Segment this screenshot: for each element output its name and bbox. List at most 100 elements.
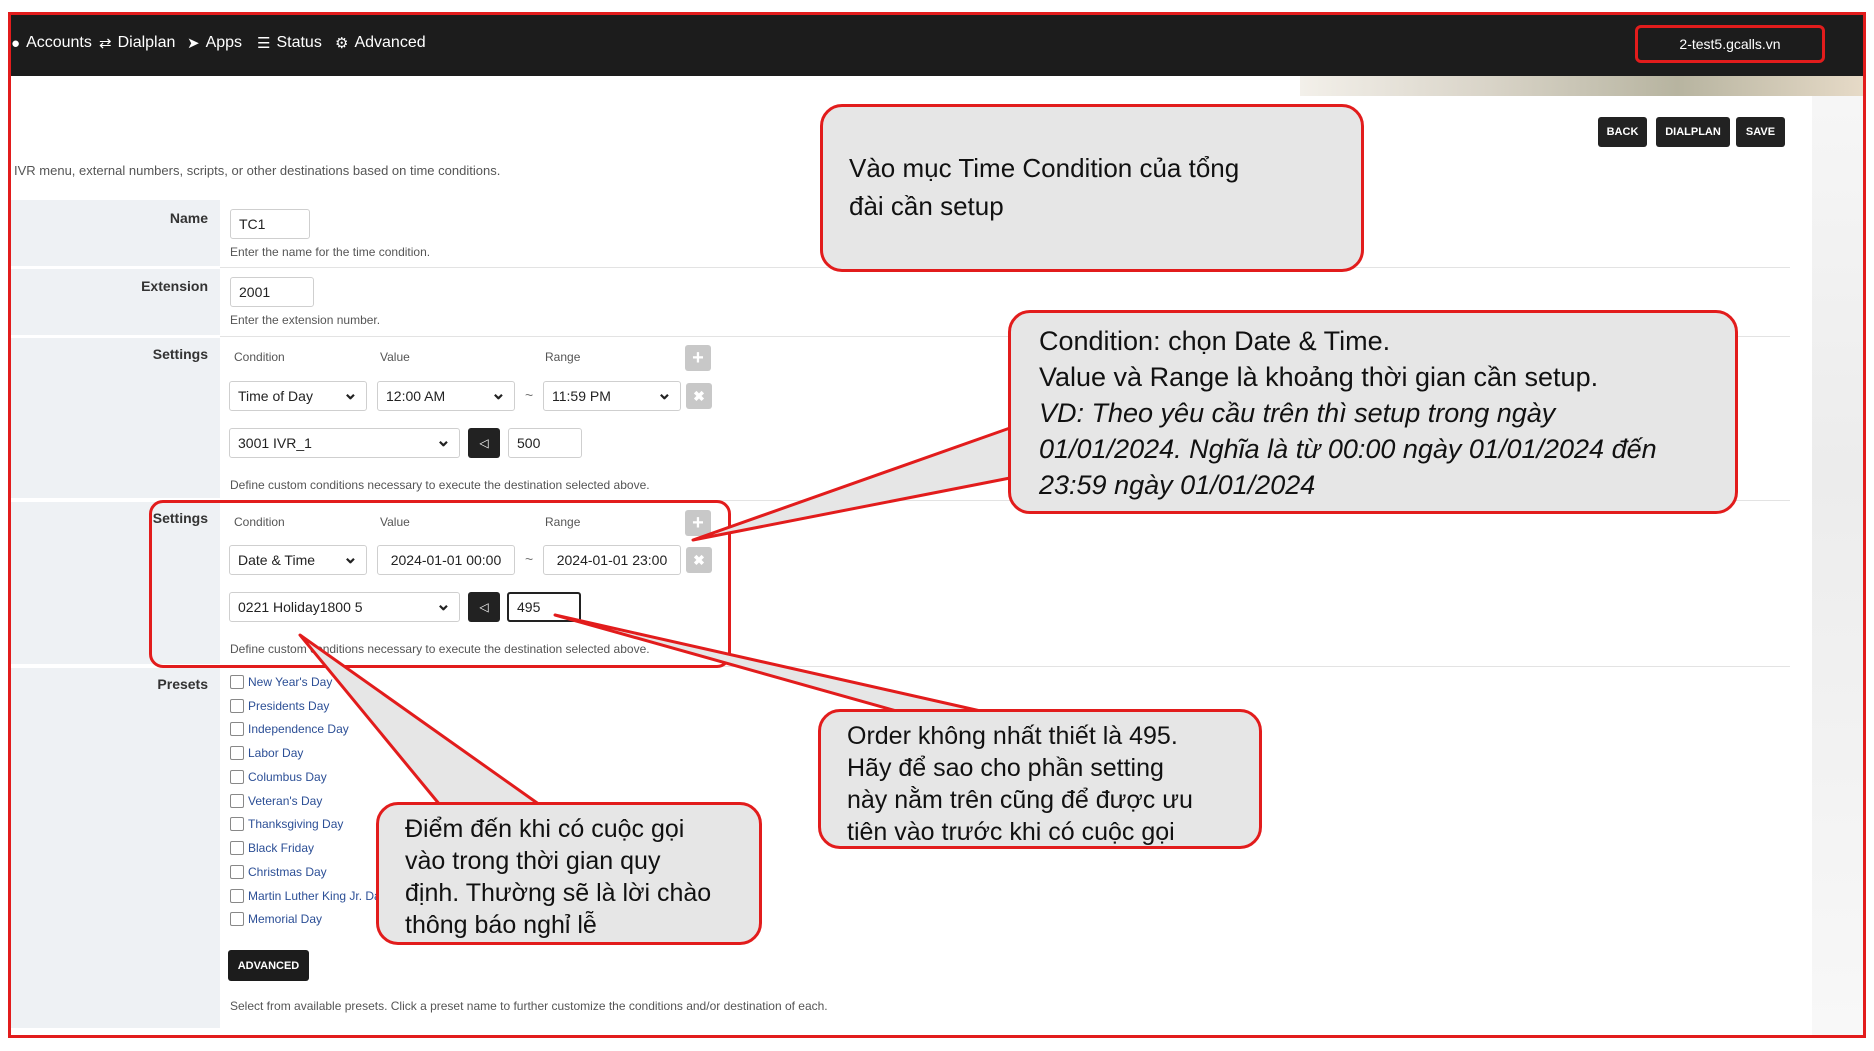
nav-dialplan-label: Dialplan: [117, 34, 176, 51]
nav-status[interactable]: ☰ Status: [257, 34, 322, 52]
add-condition-button[interactable]: +: [685, 510, 711, 536]
value-datetime-input[interactable]: 2024-01-01 00:00: [377, 545, 515, 575]
page-description: IVR menu, external numbers, scripts, or …: [14, 163, 501, 178]
nav-advanced[interactable]: ⚙ Advanced: [335, 34, 426, 52]
preset-checkbox[interactable]: [230, 817, 244, 831]
presets-hint: Select from available presets. Click a p…: [230, 999, 828, 1013]
name-hint: Enter the name for the time condition.: [230, 245, 431, 259]
header-decoration: [1300, 76, 1866, 96]
range-datetime-input[interactable]: 2024-01-01 23:00: [543, 545, 681, 575]
send-icon: ➤: [187, 35, 200, 52]
callout-condition: Condition: chọn Date & Time. Value và Ra…: [1008, 310, 1738, 514]
callout-time-condition: Vào mục Time Condition của tổng đài cần …: [820, 104, 1364, 272]
preset-label[interactable]: Memorial Day: [248, 912, 322, 926]
order-arrow-button[interactable]: ◁: [468, 428, 500, 458]
destination-select[interactable]: 0221 Holiday1800 5: [229, 592, 460, 622]
preset-label[interactable]: Independence Day: [248, 722, 349, 736]
preset-label[interactable]: Christmas Day: [248, 865, 327, 879]
callout-line: Hãy để sao cho phần setting: [847, 754, 1164, 782]
order-arrow-button[interactable]: ◁: [468, 592, 500, 622]
preset-checkbox[interactable]: [230, 675, 244, 689]
preset-checkbox[interactable]: [230, 699, 244, 713]
nav-accounts[interactable]: ● Accounts: [11, 34, 92, 52]
remove-condition-button[interactable]: ✖: [686, 547, 712, 573]
callout-destination: Điểm đến khi có cuộc gọi vào trong thời …: [376, 802, 762, 945]
callout-line: 23:59 ngày 01/01/2024: [1039, 470, 1316, 500]
preset-item[interactable]: Thanksgiving Day: [230, 817, 343, 831]
destination-select-value: 0221 Holiday1800 5: [238, 599, 363, 615]
callout-line: VD: Theo yêu cầu trên thì setup trong ng…: [1039, 398, 1556, 428]
back-button[interactable]: BACK: [1598, 117, 1647, 147]
col-condition: Condition: [234, 350, 285, 364]
callout-line: này nằm trên cũng để được ưu: [847, 786, 1193, 814]
preset-label[interactable]: Martin Luther King Jr. Day: [248, 889, 387, 903]
nav-dialplan[interactable]: ⇄ Dialplan: [99, 34, 175, 52]
callout-line: tiên vào trước khi có cuộc gọi: [847, 818, 1175, 846]
value-select[interactable]: 12:00 AM: [377, 381, 515, 411]
destination-select[interactable]: 3001 IVR_1: [229, 428, 460, 458]
presets-label: Presets: [157, 676, 208, 692]
preset-checkbox[interactable]: [230, 746, 244, 760]
preset-item[interactable]: Memorial Day: [230, 912, 322, 926]
dialplan-button[interactable]: DIALPLAN: [1656, 117, 1730, 147]
preset-item[interactable]: Christmas Day: [230, 865, 327, 879]
extension-hint: Enter the extension number.: [230, 313, 381, 327]
preset-item[interactable]: Veteran's Day: [230, 794, 322, 808]
presets-label-cell: Presets: [11, 668, 220, 1028]
preset-item[interactable]: New Year's Day: [230, 675, 332, 689]
preset-checkbox[interactable]: [230, 722, 244, 736]
preset-checkbox[interactable]: [230, 770, 244, 784]
preset-label[interactable]: Presidents Day: [248, 699, 329, 713]
preset-item[interactable]: Black Friday: [230, 841, 314, 855]
remove-condition-button[interactable]: ✖: [686, 383, 712, 409]
condition-select-value: Date & Time: [238, 552, 316, 568]
add-condition-button[interactable]: +: [685, 345, 711, 371]
preset-item[interactable]: Columbus Day: [230, 770, 327, 784]
condition-select[interactable]: Date & Time: [229, 545, 367, 575]
preset-label[interactable]: Thanksgiving Day: [248, 817, 343, 831]
callout-order: Order không nhất thiết là 495. Hãy để sa…: [818, 709, 1262, 849]
order-input[interactable]: 500: [508, 428, 582, 458]
preset-checkbox[interactable]: [230, 841, 244, 855]
preset-checkbox[interactable]: [230, 889, 244, 903]
range-select[interactable]: 11:59 PM: [543, 381, 681, 411]
extension-label: Extension: [141, 278, 208, 294]
preset-checkbox[interactable]: [230, 865, 244, 879]
extension-label-cell: Extension: [11, 269, 220, 335]
name-input[interactable]: TC1: [230, 209, 310, 239]
condition-select-value: Time of Day: [238, 388, 313, 404]
condition-select[interactable]: Time of Day: [229, 381, 367, 411]
col-range: Range: [545, 515, 581, 529]
sliders-icon: ☰: [257, 35, 271, 52]
nav-apps-label: Apps: [205, 34, 243, 51]
settings1-label-cell: Settings: [11, 338, 220, 498]
preset-label[interactable]: Black Friday: [248, 841, 314, 855]
preset-label[interactable]: New Year's Day: [248, 675, 332, 689]
preset-label[interactable]: Labor Day: [248, 746, 303, 760]
range-separator: ~: [525, 387, 534, 403]
destination-select-value: 3001 IVR_1: [238, 435, 312, 451]
preset-label[interactable]: Columbus Day: [248, 770, 327, 784]
extension-input[interactable]: 2001: [230, 277, 314, 307]
preset-item[interactable]: Martin Luther King Jr. Day: [230, 889, 387, 903]
settings2-hint: Define custom conditions necessary to ex…: [230, 642, 650, 656]
user-icon: ●: [11, 34, 21, 52]
nav-advanced-label: Advanced: [354, 34, 426, 51]
save-button[interactable]: SAVE: [1736, 117, 1785, 147]
nav-status-label: Status: [276, 34, 322, 51]
preset-label[interactable]: Veteran's Day: [248, 794, 322, 808]
callout-line: Order không nhất thiết là 495.: [847, 722, 1178, 750]
host-label[interactable]: 2-test5.gcalls.vn: [1635, 25, 1825, 63]
preset-item[interactable]: Labor Day: [230, 746, 303, 760]
advanced-button[interactable]: ADVANCED: [228, 950, 309, 981]
preset-item[interactable]: Presidents Day: [230, 699, 329, 713]
order-input[interactable]: 495: [507, 592, 581, 622]
value-select-value: 12:00 AM: [386, 388, 446, 404]
name-label: Name: [169, 210, 208, 226]
divider: [220, 666, 1790, 667]
nav-apps[interactable]: ➤ Apps: [187, 34, 242, 52]
preset-checkbox[interactable]: [230, 912, 244, 926]
preset-checkbox[interactable]: [230, 794, 244, 808]
preset-item[interactable]: Independence Day: [230, 722, 349, 736]
callout-line: Điểm đến khi có cuộc gọi: [405, 815, 685, 843]
